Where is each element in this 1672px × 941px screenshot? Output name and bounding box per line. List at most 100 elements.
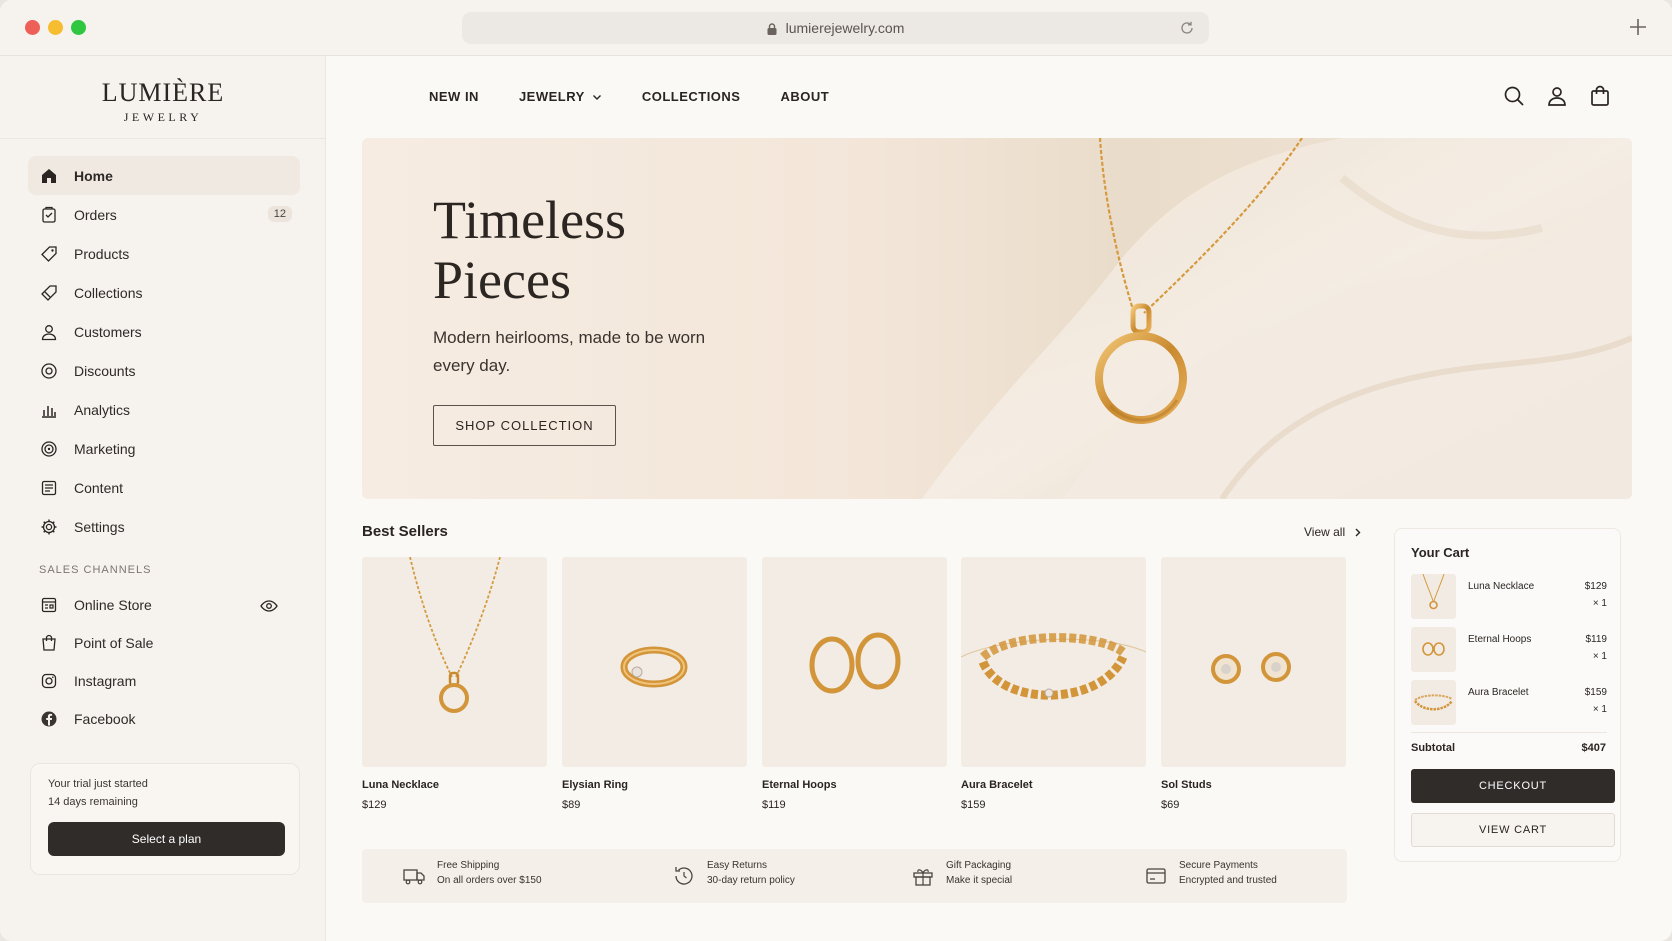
cart-item-quantity: × 1	[1592, 704, 1607, 715]
product-card[interactable]: Eternal Hoops $119	[762, 557, 947, 811]
product-price: $69	[1161, 799, 1180, 811]
product-name[interactable]: Aura Bracelet	[961, 779, 1146, 791]
search-icon[interactable]	[1502, 84, 1526, 108]
sidebar-item-discounts[interactable]: Discounts	[28, 351, 300, 390]
feature-free-shipping: Free Shipping On all orders over $150	[402, 860, 542, 888]
sidebar-item-label: Collections	[74, 284, 143, 301]
sidebar-item-orders[interactable]: Orders 12	[28, 195, 300, 234]
person-icon	[41, 324, 57, 340]
best-sellers-grid: Luna Necklace $129 Elysian Ring $89 Eter…	[362, 557, 1347, 817]
product-image[interactable]	[1161, 557, 1346, 767]
product-price: $159	[961, 799, 986, 811]
maximize-window-button[interactable]	[71, 20, 86, 35]
feature-title: Secure Payments	[1179, 860, 1258, 871]
shopping-bag-icon[interactable]	[1588, 84, 1612, 108]
admin-sidebar: LUMIÈRE JEWELRY Home Orders 12 Products …	[0, 56, 326, 941]
nav-about[interactable]: ABOUT	[780, 89, 829, 104]
close-window-button[interactable]	[25, 20, 40, 35]
hero-title-line-1: Timeless	[433, 190, 627, 250]
cart-item-name: Luna Necklace	[1468, 581, 1535, 592]
gear-icon	[41, 519, 57, 534]
collections-icon	[41, 284, 57, 301]
sidebar-item-online-store[interactable]: Online Store	[28, 586, 300, 624]
product-name[interactable]: Luna Necklace	[362, 779, 547, 791]
product-card[interactable]: Luna Necklace $129	[362, 557, 547, 811]
nav-jewelry[interactable]: JEWELRY	[519, 89, 602, 104]
sidebar-item-marketing[interactable]: Marketing	[28, 429, 300, 468]
sidebar-item-point-of-sale[interactable]: Point of Sale	[28, 624, 300, 662]
lock-icon	[767, 23, 777, 35]
sidebar-item-collections[interactable]: Collections	[28, 273, 300, 312]
cart-item[interactable]: Aura Bracelet $159 × 1	[1411, 680, 1607, 725]
cart-item-name: Eternal Hoops	[1468, 634, 1532, 645]
view-all-label: View all	[1304, 525, 1346, 539]
cart-item-price: $119	[1585, 634, 1607, 645]
sidebar-item-facebook[interactable]: Facebook	[28, 700, 300, 738]
shop-collection-button[interactable]: SHOP COLLECTION	[433, 405, 616, 446]
sidebar-item-label: Online Store	[74, 597, 152, 613]
view-cart-button[interactable]: VIEW CART	[1411, 813, 1615, 847]
hoops-thumbnail	[1422, 642, 1445, 656]
view-all-link[interactable]: View all	[1304, 525, 1362, 539]
ring-image	[620, 646, 688, 688]
nav-new-in[interactable]: NEW IN	[429, 89, 479, 104]
product-name[interactable]: Sol Studs	[1161, 779, 1346, 791]
product-card[interactable]: Sol Studs $69	[1161, 557, 1346, 811]
nav-jewelry-label: JEWELRY	[518, 89, 585, 104]
brand-logo[interactable]: LUMIÈRE JEWELRY	[0, 78, 326, 125]
cart-item[interactable]: Luna Necklace $129 × 1	[1411, 574, 1607, 619]
return-icon	[675, 867, 693, 885]
store-icon	[41, 597, 57, 613]
sidebar-item-settings[interactable]: Settings	[28, 507, 300, 546]
cart-item-quantity: × 1	[1592, 651, 1607, 662]
reload-icon[interactable]	[1179, 20, 1195, 36]
feature-easy-returns: Easy Returns 30-day return policy	[672, 860, 795, 888]
tag-icon	[41, 245, 57, 262]
sidebar-item-products[interactable]: Products	[28, 234, 300, 273]
product-name[interactable]: Elysian Ring	[562, 779, 747, 791]
truck-icon	[403, 869, 425, 885]
sidebar-item-content[interactable]: Content	[28, 468, 300, 507]
bracelet-thumbnail	[1413, 694, 1454, 711]
sidebar-item-label: Analytics	[74, 401, 131, 418]
product-image[interactable]	[961, 557, 1146, 767]
product-image[interactable]	[362, 557, 547, 767]
minimize-window-button[interactable]	[48, 20, 63, 35]
eye-icon[interactable]	[260, 597, 278, 615]
trial-card: Your trial just started 14 days remainin…	[30, 763, 300, 875]
trial-days-remaining: 14 days remaining	[48, 796, 138, 808]
brand-subtitle: JEWELRY	[123, 110, 203, 124]
nav-collections[interactable]: COLLECTIONS	[642, 89, 741, 104]
product-price: $89	[562, 799, 581, 811]
new-tab-plus-icon[interactable]	[1628, 17, 1648, 37]
cart-item[interactable]: Eternal Hoops $119 × 1	[1411, 627, 1607, 672]
best-sellers-heading: Best Sellers	[362, 523, 448, 540]
product-name[interactable]: Eternal Hoops	[762, 779, 947, 791]
store-top-nav: NEW IN JEWELRY COLLECTIONS ABOUT	[429, 89, 869, 104]
sidebar-item-label: Home	[74, 167, 113, 184]
sidebar-item-home[interactable]: Home	[28, 156, 300, 195]
product-image[interactable]	[762, 557, 947, 767]
sidebar-item-instagram[interactable]: Instagram	[28, 662, 300, 700]
cart-item-price: $129	[1584, 581, 1607, 592]
discount-icon	[41, 362, 57, 379]
cart-item-thumbnail	[1411, 680, 1456, 725]
product-card[interactable]: Elysian Ring $89	[562, 557, 747, 811]
store-features-bar: Free Shipping On all orders over $150 Ea…	[362, 849, 1347, 903]
document-icon	[41, 480, 57, 495]
target-icon	[41, 440, 57, 457]
store-header-actions	[1483, 84, 1612, 108]
product-card[interactable]: Aura Bracelet $159	[961, 557, 1146, 811]
product-price: $129	[362, 799, 387, 811]
sidebar-item-label: Customers	[74, 323, 142, 340]
sidebar-item-analytics[interactable]: Analytics	[28, 390, 300, 429]
sidebar-item-customers[interactable]: Customers	[28, 312, 300, 351]
sidebar-item-label: Settings	[74, 518, 125, 535]
select-plan-button[interactable]: Select a plan	[48, 822, 285, 856]
account-icon[interactable]	[1545, 84, 1569, 108]
feature-title: Gift Packaging	[946, 860, 1012, 871]
sidebar-item-label: Discounts	[74, 362, 136, 379]
checkout-button[interactable]: CHECKOUT	[1411, 769, 1615, 803]
address-bar[interactable]: lumierejewelry.com	[462, 12, 1209, 44]
product-image[interactable]	[562, 557, 747, 767]
